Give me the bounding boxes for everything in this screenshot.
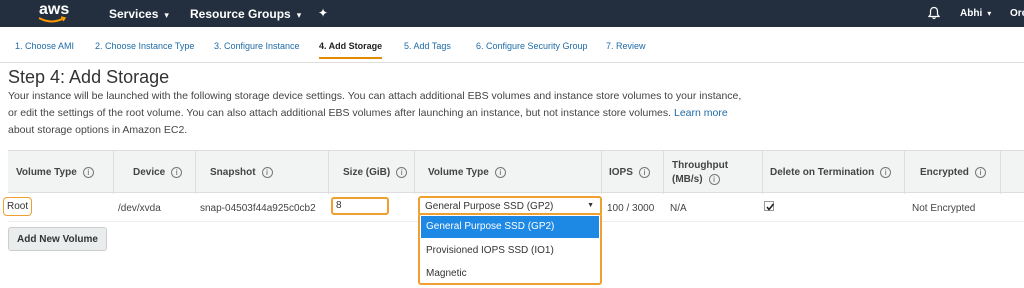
bell-icon[interactable] [927, 6, 941, 20]
dropdown-arrow-icon: ▼ [587, 202, 594, 209]
header-throughput: Throughput (MB/s) i [672, 151, 728, 194]
step-add-storage[interactable]: 4. Add Storage [319, 41, 383, 59]
learn-more-link[interactable]: Learn more [674, 107, 728, 119]
root-volume-badge: Root [3, 197, 33, 216]
info-icon[interactable]: i [82, 167, 94, 178]
header-throughput-label-1: Throughput [672, 159, 729, 171]
column-divider [113, 151, 114, 194]
info-icon[interactable]: i [171, 167, 183, 178]
header-encrypted-label: Encrypted [920, 167, 969, 178]
wizard-steps: 1. Choose AMI 2. Choose Instance Type 3.… [0, 27, 1024, 63]
column-divider [1000, 151, 1001, 194]
region-menu[interactable]: Ore [1010, 8, 1024, 19]
header-snapshot-label: Snapshot [210, 167, 256, 178]
header-iops-label: IOPS [609, 167, 633, 178]
chevron-down-icon: ▾ [987, 9, 992, 18]
services-menu[interactable]: Services ▾ [109, 7, 169, 21]
step-configure-security-group[interactable]: 6. Configure Security Group [476, 41, 588, 57]
chevron-down-icon: ▾ [296, 10, 302, 20]
resource-groups-menu[interactable]: Resource Groups ▾ [190, 7, 301, 21]
page-title: Step 4: Add Storage [8, 67, 170, 87]
cell-throughput: N/A [670, 202, 687, 214]
header-throughput-label-2: (MB/s) [672, 173, 703, 185]
top-nav-bar: aws Services ▾ Resource Groups ▾ ✦ Abhi ▾ O… [0, 0, 1024, 27]
column-divider [601, 151, 602, 194]
aws-logo[interactable]: aws [37, 1, 77, 25]
cell-device: /dev/xvda [118, 202, 161, 214]
header-snapshot: Snapshot i [210, 151, 273, 194]
chevron-down-icon: ▾ [164, 10, 169, 20]
header-volume-type-2: Volume Type i [428, 151, 506, 194]
description-text-1: Your instance will be launched with the … [8, 90, 742, 119]
add-new-volume-button[interactable]: Add New Volume [8, 227, 107, 251]
page-description: Your instance will be launched with the … [8, 88, 748, 139]
column-divider [663, 151, 664, 194]
info-icon[interactable]: i [638, 167, 650, 178]
option-general-purpose-ssd[interactable]: General Purpose SSD (GP2) [421, 216, 599, 238]
storage-table-header: Volume Type i Device i Snapshot i Size (GiB… [8, 150, 1024, 194]
info-icon[interactable]: i [974, 167, 986, 178]
services-label: Services [109, 7, 159, 21]
step-choose-instance-type[interactable]: 2. Choose Instance Type [95, 41, 194, 57]
header-device: Device i [133, 151, 183, 194]
header-size: Size (GiB) i [343, 151, 408, 194]
user-name: Abhi [960, 8, 983, 19]
info-icon[interactable]: i [880, 167, 892, 178]
step-review[interactable]: 7. Review [606, 41, 646, 57]
column-divider [328, 151, 329, 194]
header-size-label: Size (GiB) [343, 167, 391, 178]
cell-snapshot: snap-04503f44a925c0cb2 [200, 202, 316, 214]
column-divider [195, 151, 196, 194]
info-icon[interactable]: i [261, 167, 273, 178]
delete-on-termination-checkbox[interactable] [764, 201, 775, 211]
cell-iops: 100 / 3000 [607, 202, 655, 214]
column-divider [904, 151, 905, 194]
step-add-tags[interactable]: 5. Add Tags [404, 41, 451, 57]
header-device-label: Device [133, 167, 166, 178]
user-menu[interactable]: Abhi ▾ [960, 8, 991, 19]
cell-encrypted: Not Encrypted [912, 202, 976, 214]
header-volume-type-label: Volume Type [16, 167, 77, 178]
header-encrypted: Encrypted i [920, 151, 986, 194]
header-iops: IOPS i [609, 151, 650, 194]
info-icon[interactable]: i [494, 167, 506, 178]
resource-groups-label: Resource Groups [190, 7, 291, 21]
column-divider [414, 151, 415, 194]
aws-smile-icon [38, 16, 67, 23]
option-magnetic[interactable]: Magnetic [421, 263, 599, 285]
pin-icon[interactable]: ✦ [318, 6, 328, 20]
info-icon[interactable]: i [708, 173, 720, 185]
column-divider [762, 151, 763, 194]
size-input[interactable]: 8 [331, 197, 389, 215]
volume-type-selected-value: General Purpose SSD (GP2) [425, 201, 554, 212]
option-provisioned-iops-ssd[interactable]: Provisioned IOPS SSD (IO1) [421, 240, 599, 262]
header-volume-type-2-label: Volume Type [428, 167, 489, 178]
info-icon[interactable]: i [396, 167, 408, 178]
volume-type-dropdown: General Purpose SSD (GP2) Provisioned IO… [418, 213, 602, 285]
header-volume-type: Volume Type i [16, 151, 94, 194]
checkmark-icon [766, 203, 775, 211]
step-configure-instance[interactable]: 3. Configure Instance [214, 41, 300, 57]
step-choose-ami[interactable]: 1. Choose AMI [15, 41, 74, 57]
header-delete-on-termination-label: Delete on Termination [770, 167, 875, 178]
header-delete-on-termination: Delete on Termination i [770, 151, 892, 194]
description-text-2: about storage options in Amazon EC2. [8, 124, 188, 136]
